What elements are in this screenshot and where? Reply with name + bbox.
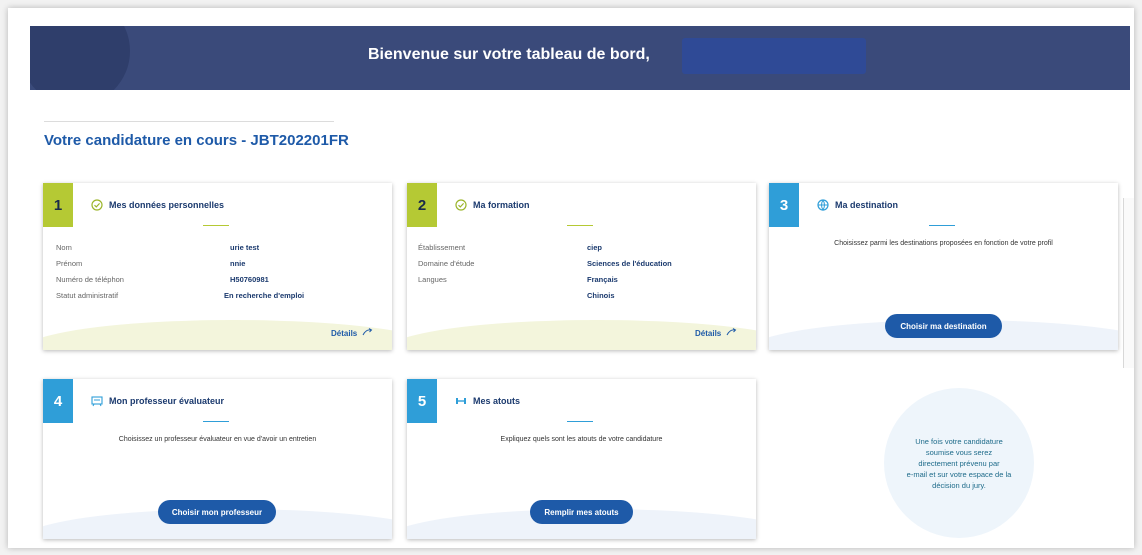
card-education: 2 Ma formation Établissement ciep Domain… xyxy=(407,183,756,350)
field-value: H50760981 xyxy=(230,275,269,284)
details-link[interactable]: Détails xyxy=(695,328,737,338)
arrow-icon xyxy=(362,328,373,338)
details-label: Détails xyxy=(331,328,358,338)
card-strengths: 5 Mes atouts Expliquez quels sont les at… xyxy=(407,379,756,539)
info-line: décision du jury. xyxy=(932,481,986,490)
card-title: Ma formation xyxy=(473,200,530,210)
info-line: soumise vous serez xyxy=(925,448,993,457)
step-number: 1 xyxy=(43,183,73,227)
field-label: Langues xyxy=(418,275,447,284)
step-number: 5 xyxy=(407,379,437,423)
title-underline xyxy=(203,421,229,422)
card-destination: 3 Ma destination Choisissez parmi les de… xyxy=(769,183,1118,350)
arrow-icon xyxy=(726,328,737,338)
card-title: Mon professeur évaluateur xyxy=(109,396,225,406)
field-value: nnie xyxy=(230,259,246,268)
card-description: Choisissez parmi les destinations propos… xyxy=(834,240,1053,247)
dumbbell-icon xyxy=(455,395,467,407)
card-title: Mes données personnelles xyxy=(109,200,225,210)
submission-info-text: Une fois votre candidature soumise vous … xyxy=(884,436,1034,491)
field-label: Numéro de téléphon xyxy=(56,275,124,284)
title-underline xyxy=(567,225,593,226)
fill-strengths-button[interactable]: Remplir mes atouts xyxy=(530,500,633,524)
card-title: Ma destination xyxy=(835,200,899,210)
choose-destination-button[interactable]: Choisir ma destination xyxy=(885,314,1002,338)
choose-professor-button[interactable]: Choisir mon professeur xyxy=(158,500,276,524)
banner-decoration xyxy=(30,26,130,90)
title-underline xyxy=(929,225,955,226)
globe-icon xyxy=(817,199,829,211)
field-label: Nom xyxy=(56,243,72,252)
field-value: Sciences de l'éducation xyxy=(587,259,672,268)
info-line: directement prévenu par xyxy=(918,459,1000,468)
title-underline xyxy=(203,225,229,226)
section-title: Votre candidature en cours - JBT202201FR xyxy=(44,132,349,149)
banner-title: Bienvenue sur votre tableau de bord, xyxy=(368,46,650,63)
field-label: Prénom xyxy=(56,259,83,268)
section-divider xyxy=(44,121,334,122)
card-description: Choisissez un professeur évaluateur en v… xyxy=(118,436,317,443)
step-number: 2 xyxy=(407,183,437,227)
redacted-username xyxy=(682,38,866,74)
step-number: 3 xyxy=(769,183,799,227)
title-underline xyxy=(567,421,593,422)
field-value: Français xyxy=(587,275,618,284)
card-evaluator: 4 Mon professeur évaluateur Choisissez u… xyxy=(43,379,392,539)
teacher-board-icon xyxy=(91,395,103,407)
check-circle-icon xyxy=(455,199,467,211)
check-circle-icon xyxy=(91,199,103,211)
field-value: Chinois xyxy=(587,291,615,300)
dashboard-frame: Bienvenue sur votre tableau de bord, Vot… xyxy=(8,8,1134,548)
info-line: Une fois votre candidature xyxy=(915,437,1003,446)
field-value: ciep xyxy=(587,243,603,252)
card-title: Mes atouts xyxy=(473,396,521,406)
field-label: Statut administratif xyxy=(56,291,119,300)
field-value: urie test xyxy=(230,243,260,252)
submission-info-bubble: Une fois votre candidature soumise vous … xyxy=(884,388,1034,538)
card-personal-data: 1 Mes données personnelles Nom urie test… xyxy=(43,183,392,350)
details-link[interactable]: Détails xyxy=(331,328,373,338)
field-label: Domaine d'étude xyxy=(418,259,475,268)
details-label: Détails xyxy=(695,328,722,338)
info-line: e-mail et sur votre espace de la xyxy=(906,470,1012,479)
scroll-edge xyxy=(1123,198,1134,368)
welcome-banner: Bienvenue sur votre tableau de bord, xyxy=(30,26,1130,90)
field-value: En recherche d'emploi xyxy=(224,291,305,300)
card-description: Expliquez quels sont les atouts de votre… xyxy=(500,436,663,443)
step-number: 4 xyxy=(43,379,73,423)
field-label: Établissement xyxy=(418,243,466,252)
